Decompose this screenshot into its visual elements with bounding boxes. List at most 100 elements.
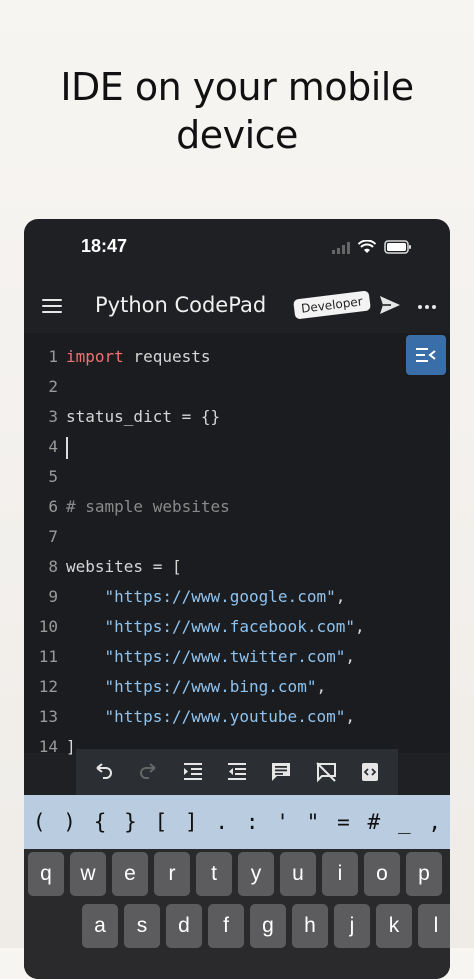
- indent-icon[interactable]: [178, 757, 208, 787]
- symbol-key[interactable]: ): [63, 810, 76, 834]
- uncomment-icon[interactable]: [311, 757, 341, 787]
- code-line[interactable]: 9 "https://www.google.com",: [24, 587, 450, 617]
- key-o[interactable]: o: [364, 852, 400, 896]
- symbol-key[interactable]: #: [368, 810, 381, 834]
- code-line[interactable]: 7: [24, 527, 450, 557]
- code-snippet-icon[interactable]: [355, 757, 385, 787]
- code-token: ,: [345, 647, 355, 666]
- key-j[interactable]: j: [334, 904, 370, 948]
- outdent-icon[interactable]: [222, 757, 252, 787]
- symbol-key[interactable]: .: [215, 810, 228, 834]
- status-icons: [332, 239, 412, 258]
- comment-icon[interactable]: [266, 757, 296, 787]
- code-line[interactable]: 4: [24, 437, 450, 467]
- key-g[interactable]: g: [250, 904, 286, 948]
- code-line[interactable]: 12 "https://www.bing.com",: [24, 677, 450, 707]
- key-f[interactable]: f: [208, 904, 244, 948]
- promo-headline-line1: IDE on your mobile: [60, 65, 414, 109]
- promo-headline: IDE on your mobile device: [0, 64, 474, 159]
- key-i[interactable]: i: [322, 852, 358, 896]
- key-q[interactable]: q: [28, 852, 64, 896]
- line-number: 10: [38, 617, 58, 636]
- code-token: ,: [335, 587, 346, 606]
- code-token: ,: [354, 617, 365, 636]
- redo-icon[interactable]: [133, 757, 163, 787]
- code-text: import requests: [66, 347, 211, 366]
- key-e[interactable]: e: [112, 852, 148, 896]
- symbol-key[interactable]: {: [94, 810, 107, 834]
- key-t[interactable]: t: [196, 852, 232, 896]
- key-y[interactable]: y: [238, 852, 274, 896]
- key-w[interactable]: w: [70, 852, 106, 896]
- symbol-key[interactable]: ,: [428, 810, 441, 834]
- line-number: 3: [48, 407, 58, 426]
- code-token: "https://www.twitter.com": [104, 647, 346, 666]
- key-k[interactable]: k: [376, 904, 412, 948]
- status-bar: 18:47: [24, 219, 450, 279]
- app-bar: Python CodePad Developer: [24, 279, 450, 333]
- symbol-bar: () {} [].: ' " = # _,: [24, 795, 450, 849]
- code-token: "https://www.google.com": [104, 587, 336, 606]
- code-token: status_dict = {}: [66, 407, 221, 426]
- line-number: 14: [38, 737, 58, 756]
- symbol-key[interactable]: =: [337, 810, 350, 834]
- code-token: # sample websites: [66, 497, 230, 516]
- code-line[interactable]: 2: [24, 377, 450, 407]
- text-cursor: [66, 437, 68, 459]
- code-token: websites = [: [66, 557, 182, 576]
- key-h[interactable]: h: [292, 904, 328, 948]
- symbol-key[interactable]: (: [33, 810, 46, 834]
- key-a[interactable]: a: [82, 904, 118, 948]
- code-line[interactable]: 1 import requests: [24, 347, 450, 377]
- code-text: "https://www.facebook.com",: [66, 617, 365, 636]
- key-d[interactable]: d: [166, 904, 202, 948]
- line-number: 8: [48, 557, 58, 576]
- code-text: # sample websites: [66, 497, 230, 516]
- code-text: websites = [: [66, 557, 182, 576]
- line-number: 9: [48, 587, 58, 606]
- line-number: 12: [38, 677, 58, 696]
- symbol-key[interactable]: ]: [185, 810, 198, 834]
- code-editor[interactable]: 1 import requests 2 3 status_dict = {} 4 5 6 # s…: [24, 333, 450, 756]
- code-token: "https://www.facebook.com": [104, 617, 355, 636]
- signal-icon: [332, 239, 350, 258]
- code-line[interactable]: 3 status_dict = {}: [24, 407, 450, 437]
- code-token: "https://www.youtube.com": [104, 707, 346, 726]
- key-s[interactable]: s: [124, 904, 160, 948]
- key-r[interactable]: r: [154, 852, 190, 896]
- symbol-key[interactable]: :: [246, 810, 259, 834]
- symbol-key[interactable]: ": [307, 810, 320, 834]
- code-line[interactable]: 13 "https://www.youtube.com",: [24, 707, 450, 737]
- code-text: ]: [66, 737, 76, 756]
- symbol-key[interactable]: ': [276, 810, 289, 834]
- code-token: ,: [316, 677, 327, 696]
- hamburger-menu-icon[interactable]: [42, 299, 62, 313]
- phone-frame: 18:47 Python CodePad Developer 1 import r…: [24, 219, 450, 979]
- code-line[interactable]: 6 # sample websites: [24, 497, 450, 527]
- battery-icon: [384, 239, 412, 258]
- developer-badge: Developer: [293, 290, 371, 320]
- code-token: ,: [345, 707, 355, 726]
- code-line[interactable]: 10 "https://www.facebook.com",: [24, 617, 450, 647]
- symbol-key[interactable]: _: [398, 810, 411, 834]
- symbol-key[interactable]: }: [124, 810, 137, 834]
- line-number: 6: [48, 497, 58, 516]
- key-u[interactable]: u: [280, 852, 316, 896]
- line-number: 5: [48, 467, 58, 486]
- code-text: "https://www.bing.com",: [66, 677, 327, 696]
- code-line[interactable]: 8 websites = [: [24, 557, 450, 587]
- send-run-icon[interactable]: [379, 295, 401, 319]
- more-options-icon[interactable]: [418, 305, 436, 309]
- undo-icon[interactable]: [89, 757, 119, 787]
- key-l[interactable]: l: [418, 904, 450, 948]
- key-p[interactable]: p: [406, 852, 442, 896]
- code-line[interactable]: 11 "https://www.twitter.com",: [24, 647, 450, 677]
- line-number: 2: [48, 377, 58, 396]
- symbol-key[interactable]: [: [155, 810, 168, 834]
- keyboard: qwertyuiop asdfghjkl: [24, 849, 450, 979]
- code-line[interactable]: 5: [24, 467, 450, 497]
